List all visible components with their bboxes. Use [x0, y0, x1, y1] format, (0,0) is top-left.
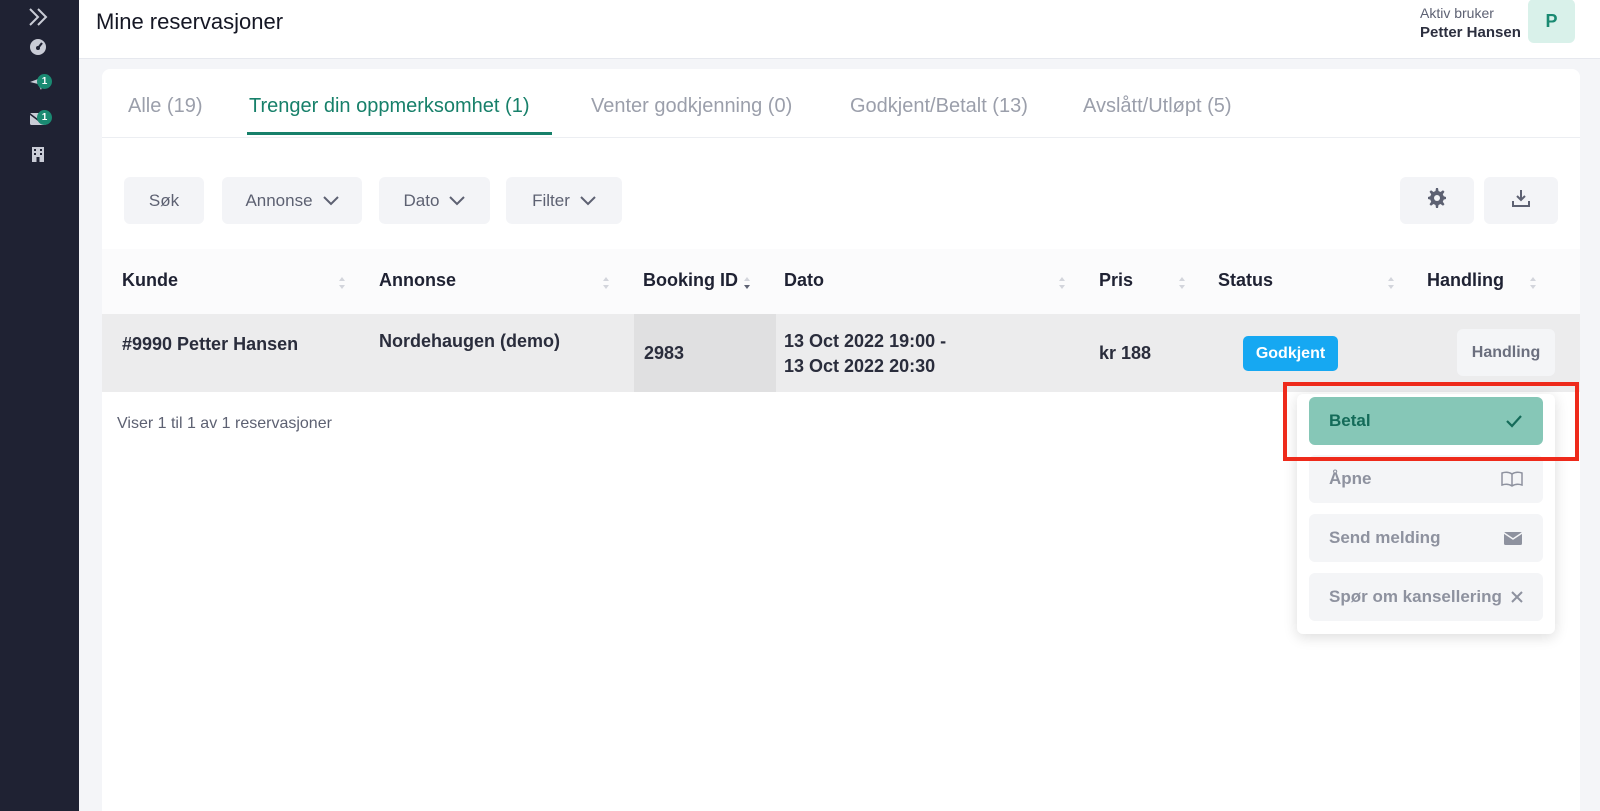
user-role-label: Aktiv bruker [1420, 5, 1494, 21]
menu-item-label: Betal [1329, 411, 1371, 430]
chevron-down-icon [322, 195, 339, 206]
cell-dato-start: 13 Oct 2022 19:00 - [784, 331, 947, 351]
col-header-annonse[interactable]: Annonse [379, 270, 456, 291]
menu-item-send-melding[interactable]: Send melding [1309, 514, 1543, 562]
chevron-down-icon [580, 195, 596, 206]
sort-icon[interactable] [1178, 276, 1186, 290]
close-icon [1511, 591, 1523, 603]
status-badge: Godkjent [1243, 336, 1338, 371]
download-icon [1511, 188, 1531, 213]
menu-item-apne[interactable]: Åpne [1309, 455, 1543, 503]
expand-chevrons-icon[interactable] [26, 6, 50, 28]
sort-icon[interactable] [1387, 276, 1395, 290]
building-icon[interactable] [26, 143, 50, 165]
avatar[interactable]: P [1528, 0, 1575, 43]
col-header-status[interactable]: Status [1218, 270, 1273, 291]
mail-badge: 1 [37, 110, 52, 125]
filter-dropdown-label: Filter [532, 190, 570, 210]
menu-item-spor-om-kansellering[interactable]: Spør om kansellering [1309, 573, 1543, 621]
sort-icon[interactable] [338, 276, 346, 290]
handling-button[interactable]: Handling [1457, 329, 1555, 376]
filter-dropdown[interactable]: Filter [506, 177, 622, 224]
chevron-down-icon [449, 195, 466, 206]
tab-bar: Alle (19) Trenger din oppmerksomhet (1) … [102, 69, 1580, 138]
table-row[interactable]: #9990 Petter Hansen Nordehaugen (demo) 2… [102, 314, 1580, 392]
pagination-info: Viser 1 til 1 av 1 reservasjoner [117, 415, 332, 432]
tab-venter-godkjenning[interactable]: Venter godkjenning (0) [591, 95, 792, 118]
sort-icon[interactable] [602, 276, 610, 290]
dato-dropdown[interactable]: Dato [379, 177, 490, 224]
menu-item-label: Send melding [1329, 528, 1441, 547]
cell-pris: kr 188 [1099, 343, 1152, 363]
settings-button[interactable] [1400, 177, 1474, 224]
active-tab-indicator [247, 132, 552, 135]
envelope-icon [1503, 531, 1523, 546]
user-name: Petter Hansen [1420, 24, 1521, 41]
tab-alle[interactable]: Alle (19) [128, 95, 202, 118]
cell-kunde[interactable]: #9990 Petter Hansen [122, 334, 298, 355]
sort-icon[interactable] [1058, 276, 1066, 290]
check-icon [1505, 414, 1523, 428]
sidebar: 1 1 [0, 0, 79, 811]
search-button-label: Søk [148, 190, 180, 210]
menu-item-label: Åpne [1329, 469, 1372, 488]
gear-icon [1427, 188, 1447, 213]
dashboard-gauge-icon[interactable] [26, 36, 50, 58]
book-open-icon [1501, 471, 1523, 487]
cell-annonse[interactable]: Nordehaugen (demo) [379, 331, 560, 352]
cell-dato-end: 13 Oct 2022 20:30 [784, 356, 936, 376]
page-title: Mine reservasjoner [96, 9, 284, 34]
sort-desc-icon[interactable] [743, 276, 751, 290]
col-header-dato[interactable]: Dato [784, 270, 824, 291]
cell-booking-id: 2983 [644, 343, 685, 363]
col-header-kunde[interactable]: Kunde [122, 270, 178, 291]
search-button[interactable]: Søk [124, 177, 204, 224]
table-header: Kunde Annonse Booking ID Dato Pris Statu… [102, 249, 1580, 314]
col-header-pris[interactable]: Pris [1099, 270, 1133, 291]
dato-dropdown-label: Dato [403, 190, 440, 210]
send-badge: 1 [37, 74, 52, 89]
download-button[interactable] [1484, 177, 1558, 224]
menu-item-betal[interactable]: Betal [1309, 397, 1543, 445]
menu-item-label: Spør om kansellering [1329, 587, 1502, 606]
col-header-booking-id[interactable]: Booking ID [643, 270, 738, 291]
annonse-dropdown[interactable]: Annonse [222, 177, 362, 224]
tab-avslatt-utlopt[interactable]: Avslått/Utløpt (5) [1083, 95, 1232, 118]
topbar: Mine reservasjoner Aktiv bruker Petter H… [79, 0, 1600, 59]
tab-trenger-oppmerksomhet[interactable]: Trenger din oppmerksomhet (1) [249, 95, 530, 118]
annonse-dropdown-label: Annonse [245, 190, 313, 210]
tab-godkjent-betalt[interactable]: Godkjent/Betalt (13) [850, 95, 1028, 118]
action-menu: Betal Åpne Send melding Spør om kanselle… [1297, 394, 1555, 634]
sort-icon[interactable] [1529, 276, 1537, 290]
col-header-handling[interactable]: Handling [1427, 270, 1504, 291]
